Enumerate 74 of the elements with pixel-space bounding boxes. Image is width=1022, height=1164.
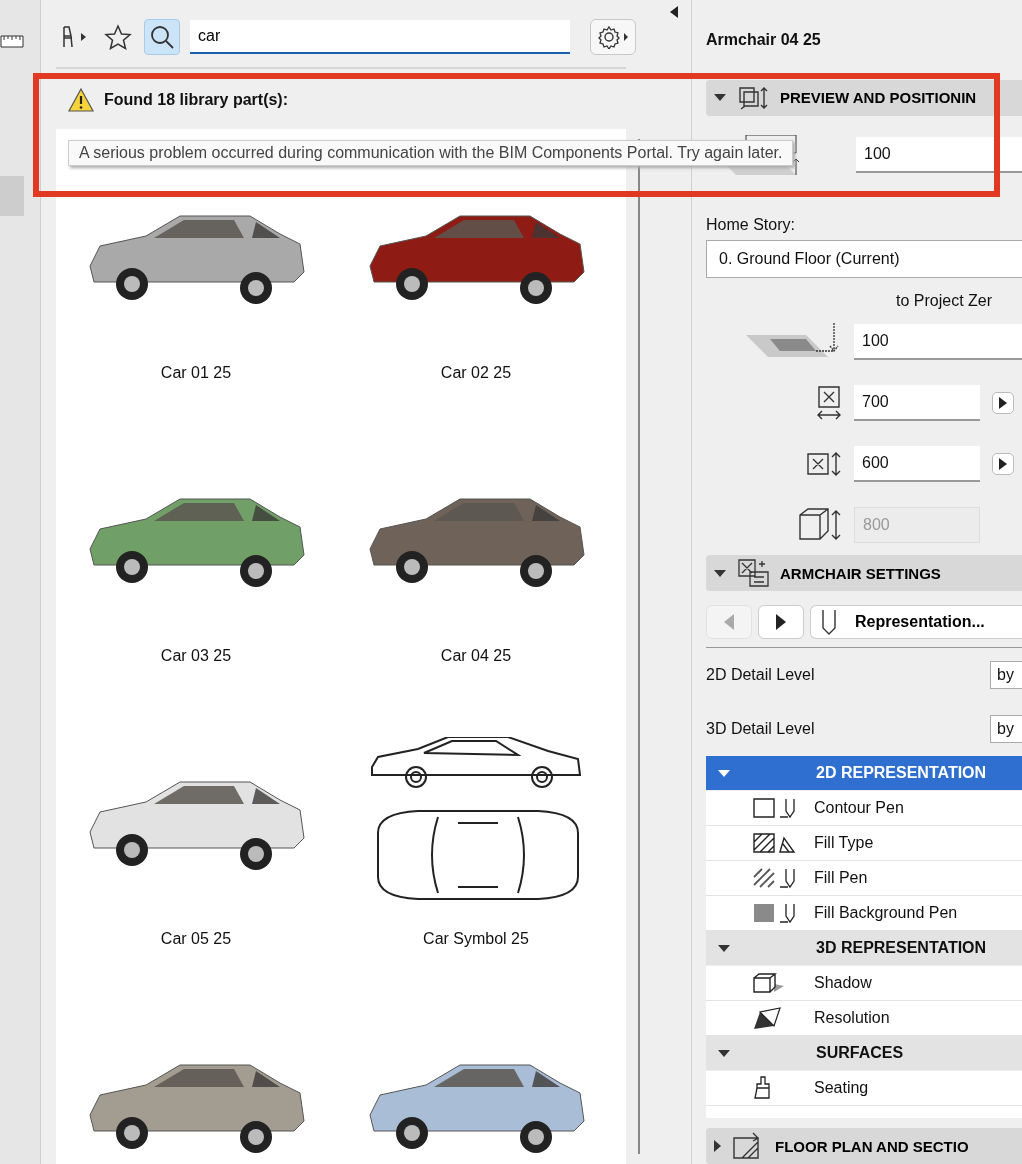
fill-type-icon (752, 832, 798, 855)
link-button[interactable] (992, 392, 1014, 415)
height-icon (798, 506, 842, 543)
settings-section-icon (736, 558, 770, 589)
caret-icon (714, 1140, 721, 1153)
pen-icon (821, 608, 837, 637)
parameter-row[interactable]: Fill Pen (706, 861, 1022, 897)
caret-icon (714, 569, 726, 577)
parameter-row[interactable]: Seating (706, 1071, 1022, 1107)
fill-background-pen-icon (752, 902, 798, 925)
part-name: Car 04 25 (440, 646, 512, 665)
page-selector[interactable]: Representation... (810, 605, 1022, 640)
section-header[interactable]: PREVIEW AND POSITIONIN (706, 79, 1022, 116)
arrow-left-icon (724, 614, 734, 631)
detail-level-label: 3D Detail Level (706, 720, 815, 739)
settings-icon (596, 25, 630, 49)
detail-level-label: 2D Detail Level (706, 666, 815, 685)
search-field[interactable]: car (190, 20, 570, 54)
link-button[interactable] (992, 452, 1014, 475)
group-row[interactable]: 2D REPRESENTATION (706, 756, 1022, 792)
caret-icon (718, 1049, 730, 1057)
ruler-icon[interactable] (0, 32, 24, 48)
parameter-row[interactable]: Fill Background Pen (706, 896, 1022, 932)
arrow-right-icon (999, 457, 1007, 470)
depth-icon (806, 450, 842, 477)
arrow-right-icon (776, 614, 786, 631)
parameter-row[interactable]: Resolution (706, 1001, 1022, 1037)
caret-icon (718, 944, 730, 952)
warning-icon (68, 87, 94, 112)
part-name: Car 01 25 (160, 363, 232, 382)
detail-level-dropdown[interactable]: by (990, 715, 1022, 744)
group-row[interactable]: 3D REPRESENTATION (706, 931, 1022, 967)
dimension-field[interactable]: 600 (854, 445, 980, 482)
search-icon (149, 24, 175, 50)
part-name: Car Symbol 25 (423, 929, 529, 948)
caret-icon (718, 769, 730, 777)
dimension-field[interactable]: 100 (854, 324, 1022, 361)
width-icon (816, 385, 842, 422)
next-button[interactable] (758, 605, 804, 640)
library-part[interactable]: Car 03 25 (56, 451, 336, 735)
library-part[interactable]: Car 02 25 (336, 168, 616, 452)
library-part[interactable]: Car 05 25 (56, 734, 336, 1018)
collapse-icon[interactable] (670, 6, 678, 18)
result-count: Found 18 library part(s): (104, 90, 289, 109)
section-header[interactable]: FLOOR PLAN AND SECTIO (706, 1128, 1022, 1164)
section-header[interactable]: ARMCHAIR SETTINGS (706, 555, 1022, 592)
error-tooltip: A serious problem occurred during communication with the BIM Components Portal. Try again later. (68, 140, 794, 166)
reference-label: to Project Zer (895, 291, 994, 311)
part-name: Car 05 25 (160, 929, 232, 948)
settings-button[interactable] (590, 19, 636, 55)
part-name: Car 02 25 (440, 363, 512, 382)
library-part[interactable]: Car 01 25 (56, 168, 336, 452)
part-name: Car 03 25 (160, 646, 232, 665)
group-row[interactable]: SURFACES (706, 1036, 1022, 1072)
library-part[interactable]: Car Symbol 25 (336, 734, 616, 1018)
dimension-field[interactable]: 700 (854, 385, 980, 422)
parameter-row[interactable]: Contour Pen (706, 791, 1022, 827)
contour-pen-icon (752, 797, 798, 820)
parameter-row[interactable]: Shadow (706, 966, 1022, 1002)
element-title: Armchair 04 25 (706, 31, 822, 50)
star-icon (104, 24, 132, 50)
detail-level-dropdown[interactable]: by (990, 661, 1022, 690)
resolution-icon (752, 1006, 782, 1031)
caret-icon (714, 94, 726, 102)
offset-field[interactable]: 100 (856, 136, 1022, 173)
cube-shadow-icon (752, 972, 786, 995)
library-part[interactable]: Car 04 25 (336, 451, 616, 735)
home-story-label: Home Story: (706, 215, 796, 235)
parameter-row[interactable]: Fill Type (706, 826, 1022, 862)
home-story-dropdown[interactable]: 0. Ground Floor (Current) (706, 239, 1022, 278)
arrow-right-icon (999, 397, 1007, 410)
fill-pen-icon (752, 867, 798, 890)
search-button[interactable] (144, 19, 180, 55)
preview-section-icon (736, 84, 770, 111)
